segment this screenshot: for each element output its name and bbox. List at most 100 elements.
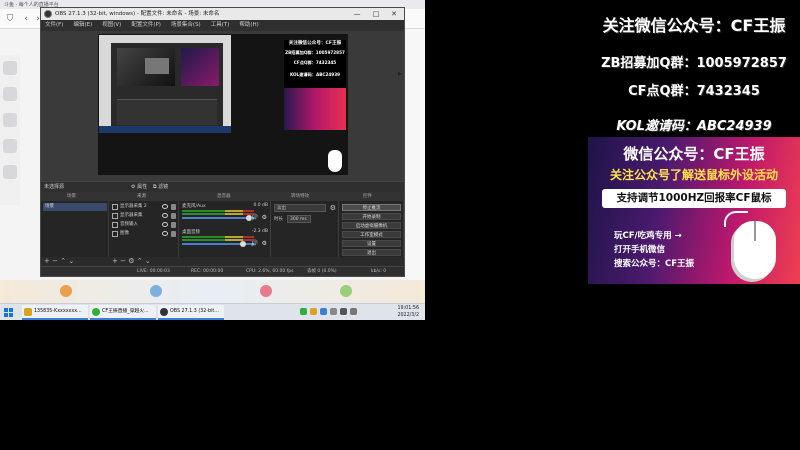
transition-select[interactable]: 淡出 bbox=[274, 204, 326, 212]
taskbar-app[interactable]: CF王振直播_穿越火... bbox=[90, 305, 156, 320]
stream-overlay-panel: 关注微信公众号：CF王振 ZB招募加Q群：1005972857 CF点Q群：74… bbox=[588, 0, 800, 450]
taskbar-app-label: CF王振直播_穿越火... bbox=[102, 309, 149, 314]
down-arrow-icon[interactable]: ⌄ bbox=[68, 257, 74, 265]
taskbar-clock[interactable]: 19:01:56 2022/3/2 bbox=[397, 305, 419, 319]
preview-ad-column: 关注微信公众号：CF王振 ZB招募加Q群：1005972857 CF点Q群：74… bbox=[284, 40, 346, 172]
virtual-camera-button[interactable]: 启动虚拟摄像机 bbox=[342, 222, 401, 229]
source-item[interactable]: 图像 bbox=[111, 230, 177, 238]
down-arrow-icon[interactable]: ⌄ bbox=[145, 257, 151, 265]
menu-tools[interactable]: 工具(T) bbox=[211, 20, 230, 31]
mixer-channel-name: 麦克风/Aux bbox=[182, 204, 206, 209]
speaker-icon[interactable] bbox=[350, 308, 357, 315]
taskbar-app-label: OBS 27.1.3 (32-bit... bbox=[170, 309, 219, 314]
volume-slider[interactable] bbox=[182, 217, 252, 219]
sidebar-video-icon[interactable] bbox=[3, 139, 17, 153]
up-arrow-icon[interactable]: ⌃ bbox=[60, 257, 66, 265]
clock-time: 19:01:56 bbox=[397, 306, 419, 311]
menu-file[interactable]: 文件(F) bbox=[45, 20, 63, 31]
source-item[interactable]: 音频输入 bbox=[111, 221, 177, 229]
banner-line: 打开手机微信 bbox=[614, 245, 666, 255]
taskbar-app[interactable]: OBS 27.1.3 (32-bit... bbox=[158, 305, 224, 320]
eye-icon[interactable] bbox=[162, 231, 168, 236]
lock-icon[interactable] bbox=[171, 213, 176, 219]
close-button[interactable]: ✕ bbox=[384, 8, 404, 20]
tray-icon[interactable] bbox=[310, 308, 317, 315]
speaker-icon[interactable]: 🔊 bbox=[251, 240, 258, 247]
mouse-icon bbox=[734, 221, 776, 279]
nested-taskbar bbox=[99, 126, 231, 133]
gear-icon[interactable]: ⚙ bbox=[128, 257, 134, 265]
tray-icon[interactable] bbox=[330, 308, 337, 315]
menu-help[interactable]: 帮助(H) bbox=[239, 20, 258, 31]
speaker-icon[interactable]: 🔊 bbox=[251, 214, 258, 221]
menu-scene-collection[interactable]: 场景集合(S) bbox=[171, 20, 201, 31]
source-item[interactable]: 显示器采集 2 bbox=[111, 203, 177, 211]
nested-preview-inner bbox=[145, 58, 169, 74]
tray-icon[interactable] bbox=[300, 308, 307, 315]
eye-icon[interactable] bbox=[162, 213, 168, 218]
source-item[interactable]: 显示器采集 bbox=[111, 212, 177, 220]
start-recording-button[interactable]: 开始录制 bbox=[342, 213, 401, 220]
studio-mode-button[interactable]: 工作室模式 bbox=[342, 231, 401, 238]
preview-ad-banner bbox=[284, 88, 346, 172]
mouse-cursor-icon: ▸ bbox=[398, 69, 403, 78]
obs-title-bar[interactable]: OBS 27.1.3 (32-bit, windows) - 配置文件: 未命名… bbox=[41, 8, 404, 20]
exit-button[interactable]: 退出 bbox=[342, 249, 401, 256]
tray-icon[interactable] bbox=[320, 308, 327, 315]
settings-button[interactable]: 设置 bbox=[342, 240, 401, 247]
lock-icon[interactable] bbox=[171, 231, 176, 237]
sources-dock-title: 来源 bbox=[137, 194, 146, 199]
scene-item[interactable]: 场景 bbox=[43, 203, 107, 211]
microphone-icon bbox=[112, 222, 118, 228]
mixer-channel: 桌面音频 -2.3 dB 🔊 ⚙ bbox=[182, 229, 268, 251]
add-icon[interactable]: + bbox=[112, 257, 118, 265]
menu-edit[interactable]: 编辑(E) bbox=[73, 20, 92, 31]
scenes-dock-title: 场景 bbox=[67, 194, 76, 199]
gear-icon[interactable]: ⚙ bbox=[330, 204, 336, 212]
lock-icon[interactable] bbox=[171, 222, 176, 228]
obs-window-title: OBS 27.1.3 (32-bit, windows) - 配置文件: 未命名… bbox=[55, 11, 220, 17]
maximize-button[interactable]: □ bbox=[366, 8, 386, 20]
sidebar-more-icon[interactable] bbox=[3, 165, 17, 179]
back-arrow-icon[interactable]: ‹ bbox=[20, 13, 32, 25]
overlay-line-wechat: 关注微信公众号：CF王振 bbox=[602, 16, 786, 35]
image-icon bbox=[112, 231, 118, 237]
decor-icon bbox=[60, 285, 72, 297]
website-scrollbar[interactable] bbox=[404, 30, 425, 295]
mixer-channel-db: 0.0 dB bbox=[253, 203, 268, 208]
remove-icon[interactable]: − bbox=[52, 257, 58, 265]
browser-icon bbox=[92, 308, 100, 316]
sidebar-category-icon[interactable] bbox=[3, 113, 17, 127]
obs-preview-canvas[interactable]: 关注微信公众号：CF王振 ZB招募加Q群：1005972857 CF点Q群：74… bbox=[98, 34, 348, 175]
sidebar-home-icon[interactable] bbox=[3, 61, 17, 75]
gear-icon[interactable]: ⚙ bbox=[262, 214, 267, 221]
clock-date: 2022/3/2 bbox=[397, 313, 419, 318]
minimize-button[interactable]: — bbox=[347, 8, 367, 20]
add-icon[interactable]: + bbox=[44, 257, 50, 265]
taskbar-app[interactable]: 135835-Kxxxxxxx... bbox=[22, 305, 88, 320]
eye-icon[interactable] bbox=[162, 222, 168, 227]
gear-icon[interactable]: ⚙ bbox=[262, 240, 267, 247]
filters-label: 滤镜 bbox=[158, 184, 169, 190]
network-icon[interactable] bbox=[340, 308, 347, 315]
banner-highlight-box: 支持调节1000HZ回报率CF鼠标 bbox=[602, 189, 786, 208]
live-time: LIVE: 00:00:03 bbox=[137, 269, 170, 274]
menu-profile[interactable]: 配置文件(P) bbox=[131, 20, 161, 31]
monitor-icon bbox=[112, 204, 118, 210]
shield-icon[interactable]: ⛉ bbox=[4, 13, 16, 25]
stop-streaming-button[interactable]: 停止推流 bbox=[342, 204, 401, 211]
sidebar-live-icon[interactable] bbox=[3, 87, 17, 101]
menu-view[interactable]: 视图(V) bbox=[102, 20, 121, 31]
windows-start-icon[interactable] bbox=[4, 308, 13, 317]
remove-icon[interactable]: − bbox=[120, 257, 126, 265]
scenes-toolbar: + − ⌃ ⌄ bbox=[44, 257, 74, 266]
source-label: 显示器采集 2 bbox=[120, 204, 147, 209]
duration-input[interactable]: 300 ms bbox=[287, 215, 311, 223]
up-arrow-icon[interactable]: ⌃ bbox=[137, 257, 143, 265]
eye-icon[interactable] bbox=[162, 204, 168, 209]
nested-docks bbox=[117, 99, 217, 125]
volume-slider-knob[interactable] bbox=[240, 241, 246, 247]
preview-ad-line: CF点Q群：7432345 bbox=[293, 60, 337, 65]
overlay-line-cf-group: CF点Q群：7432345 bbox=[628, 84, 760, 99]
lock-icon[interactable] bbox=[171, 204, 176, 210]
